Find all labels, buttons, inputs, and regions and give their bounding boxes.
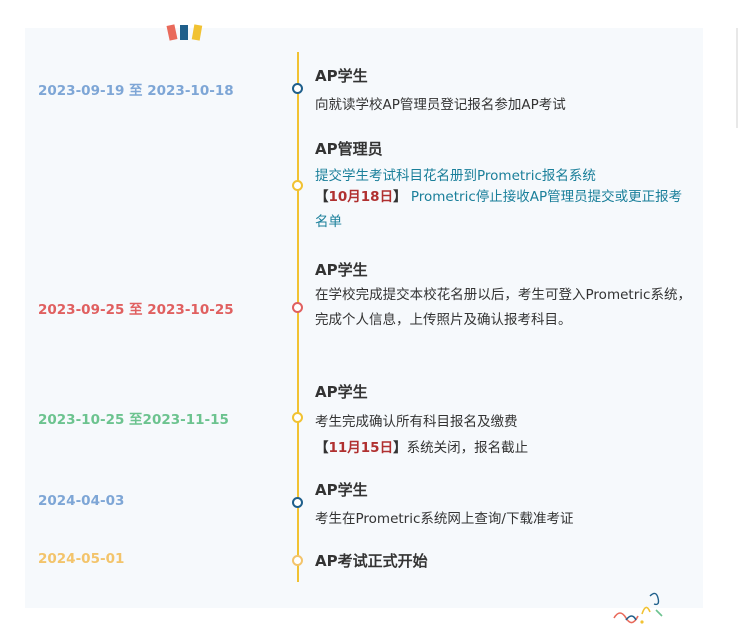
- entry-text: 系统关闭，报名截止: [406, 440, 529, 456]
- timeline-dot: [292, 497, 303, 508]
- entry-date: 2023-09-19 至 2023-10-18: [38, 83, 234, 99]
- bracket: 】: [393, 440, 407, 456]
- entry-date: 2023-10-25 至2023-11-15: [38, 412, 229, 428]
- entry-text: 考生完成确认所有科目报名及缴费: [315, 414, 518, 430]
- entry-title: AP学生: [315, 383, 368, 401]
- entry-title: AP管理员: [315, 140, 383, 158]
- timeline-dot: [292, 555, 303, 566]
- entry-date: 2023-09-25 至 2023-10-25: [38, 302, 234, 318]
- entry-date: 2024-05-01: [38, 551, 125, 567]
- deadline-highlight: 10月18日: [328, 189, 394, 205]
- divider: [736, 28, 738, 128]
- bracket: 【: [315, 440, 329, 456]
- entry-paragraph: 【10月18日】 Prometric停止接收AP管理员提交或更正报考名单: [315, 185, 691, 235]
- entry-title: AP学生: [315, 67, 368, 85]
- timeline-dot: [292, 180, 303, 191]
- entry-paragraph: 【11月15日】系统关闭，报名截止: [315, 436, 528, 456]
- entry-title: AP考试正式开始: [315, 552, 428, 570]
- entry-text: 考生在Prometric系统网上查询/下载准考证: [315, 511, 574, 527]
- deadline-highlight: 11月15日: [328, 440, 394, 456]
- bracket: 【: [315, 189, 329, 205]
- entry-title: AP学生: [315, 261, 368, 279]
- entry-text: 提交学生考试科目花名册到Prometric报名系统: [315, 168, 596, 184]
- entry-text: 向就读学校AP管理员登记报名参加AP考试: [315, 97, 566, 113]
- entry-title: AP学生: [315, 481, 368, 499]
- confetti-decoration-icon: [613, 592, 663, 624]
- bracket: 】: [393, 189, 407, 205]
- entry-date: 2024-04-03: [38, 493, 125, 509]
- timeline-dot: [292, 412, 303, 423]
- entry-paragraph: 在学校完成提交本校花名册以后，考生可登入Prometric系统，完成个人信息，上…: [315, 287, 691, 328]
- timeline-dot: [292, 302, 303, 313]
- timeline-dot: [292, 83, 303, 94]
